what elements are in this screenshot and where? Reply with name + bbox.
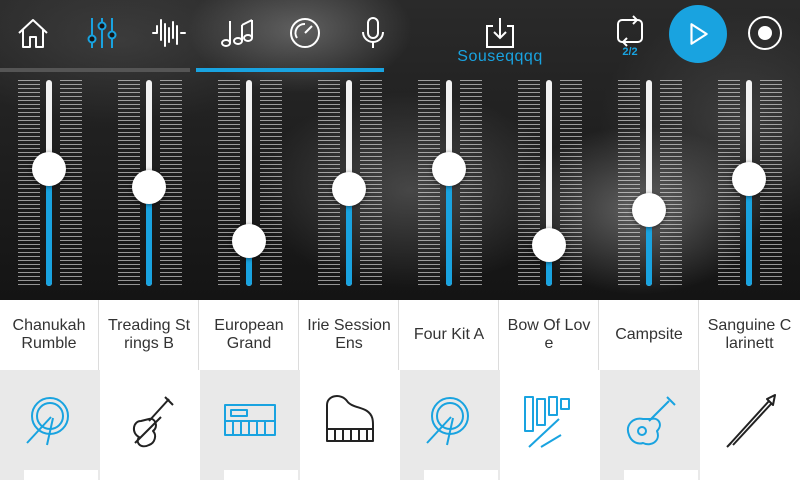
instrument-button[interactable] [400, 370, 500, 470]
channel-tab[interactable] [224, 470, 298, 480]
channel-name: Treading Strings B [100, 300, 199, 370]
level-scale [260, 80, 282, 286]
top-toolbar: Souseqqqq 2/2 [0, 0, 800, 70]
mixer-channel [100, 72, 200, 300]
level-scale [18, 80, 40, 286]
guitar-icon [627, 396, 676, 446]
channel-name: Chanukah Rumble [0, 300, 99, 370]
volume-knob[interactable] [632, 192, 666, 227]
mixer-channel [400, 72, 500, 300]
channel-name: Bow Of Love [500, 300, 599, 370]
volume-knob[interactable] [232, 223, 266, 258]
mixer-button[interactable] [79, 10, 125, 56]
piano-icon [326, 395, 374, 442]
channel-tab[interactable] [524, 470, 598, 480]
home-icon [18, 19, 48, 48]
level-scale [660, 80, 682, 286]
instrument-button[interactable] [500, 370, 600, 470]
record-button[interactable] [748, 16, 782, 50]
mixer-channel [700, 72, 800, 300]
channel-name: Irie Session Ens [300, 300, 399, 370]
play-button[interactable] [669, 5, 727, 63]
channel-name: Campsite [600, 300, 699, 370]
level-scale [60, 80, 82, 286]
mixer-sliders-icon [87, 18, 117, 48]
song-name[interactable]: Souseqqqq [430, 48, 570, 66]
microphone-icon [362, 17, 384, 48]
channel-tab[interactable] [24, 470, 98, 480]
instrument-button[interactable] [200, 370, 300, 470]
instrument-button[interactable] [700, 370, 800, 470]
mixer-channel [500, 72, 600, 300]
waveform-icon [152, 19, 186, 47]
instrument-button[interactable] [600, 370, 700, 470]
notes-button[interactable] [214, 10, 260, 56]
instrument-button[interactable] [0, 370, 100, 470]
channel-tab[interactable] [324, 470, 398, 480]
instrument-button[interactable] [100, 370, 200, 470]
microphone-button[interactable] [350, 10, 396, 56]
violin-icon [133, 396, 174, 448]
waveform-button[interactable] [146, 10, 192, 56]
record-icon [758, 26, 772, 40]
mixer-channel [300, 72, 400, 300]
level-scale [560, 80, 582, 286]
channel-tab[interactable] [124, 470, 198, 480]
volume-fill [46, 168, 52, 286]
play-icon [690, 23, 708, 45]
volume-knob[interactable] [432, 151, 466, 186]
loop-counter: 2/2 [622, 46, 638, 58]
xylophone-icon [524, 396, 570, 448]
channel-name: European Grand [200, 300, 299, 370]
download-tray-icon [486, 18, 514, 48]
level-scale [618, 80, 640, 286]
instrument-button[interactable] [300, 370, 400, 470]
home-button[interactable] [10, 10, 56, 56]
dial-icon [290, 18, 320, 48]
volume-knob[interactable] [32, 151, 66, 186]
loop-icon [617, 15, 643, 47]
volume-knob[interactable] [332, 172, 366, 207]
volume-knob[interactable] [532, 227, 566, 262]
mixer-channel [600, 72, 700, 300]
mixer-background: Souseqqqq 2/2 [0, 0, 800, 300]
drum-icon [426, 397, 469, 446]
channel-tab[interactable] [424, 470, 498, 480]
drum-icon [26, 397, 69, 446]
level-scale [460, 80, 482, 286]
volume-fill [446, 168, 452, 286]
channel-tab[interactable] [624, 470, 698, 480]
level-scale [218, 80, 240, 286]
channel-name: Sanguine Clarinett [707, 317, 792, 352]
keyboard-icon [224, 404, 276, 436]
instrument-icon-row [0, 370, 800, 480]
volume-knob[interactable] [732, 161, 766, 196]
music-notes-icon [221, 19, 253, 47]
channel-name-row: Chanukah Rumble Treading Strings B Europea… [0, 300, 800, 370]
mixer-channels [0, 72, 800, 300]
mixer-channel [200, 72, 300, 300]
volume-knob[interactable] [132, 170, 166, 205]
channel-name: Four Kit A [400, 300, 499, 370]
channel-tab[interactable] [724, 470, 798, 480]
clarinet-icon [726, 394, 776, 448]
level-scale [418, 80, 440, 286]
mixer-channel [0, 72, 100, 300]
effects-button[interactable] [282, 10, 328, 56]
